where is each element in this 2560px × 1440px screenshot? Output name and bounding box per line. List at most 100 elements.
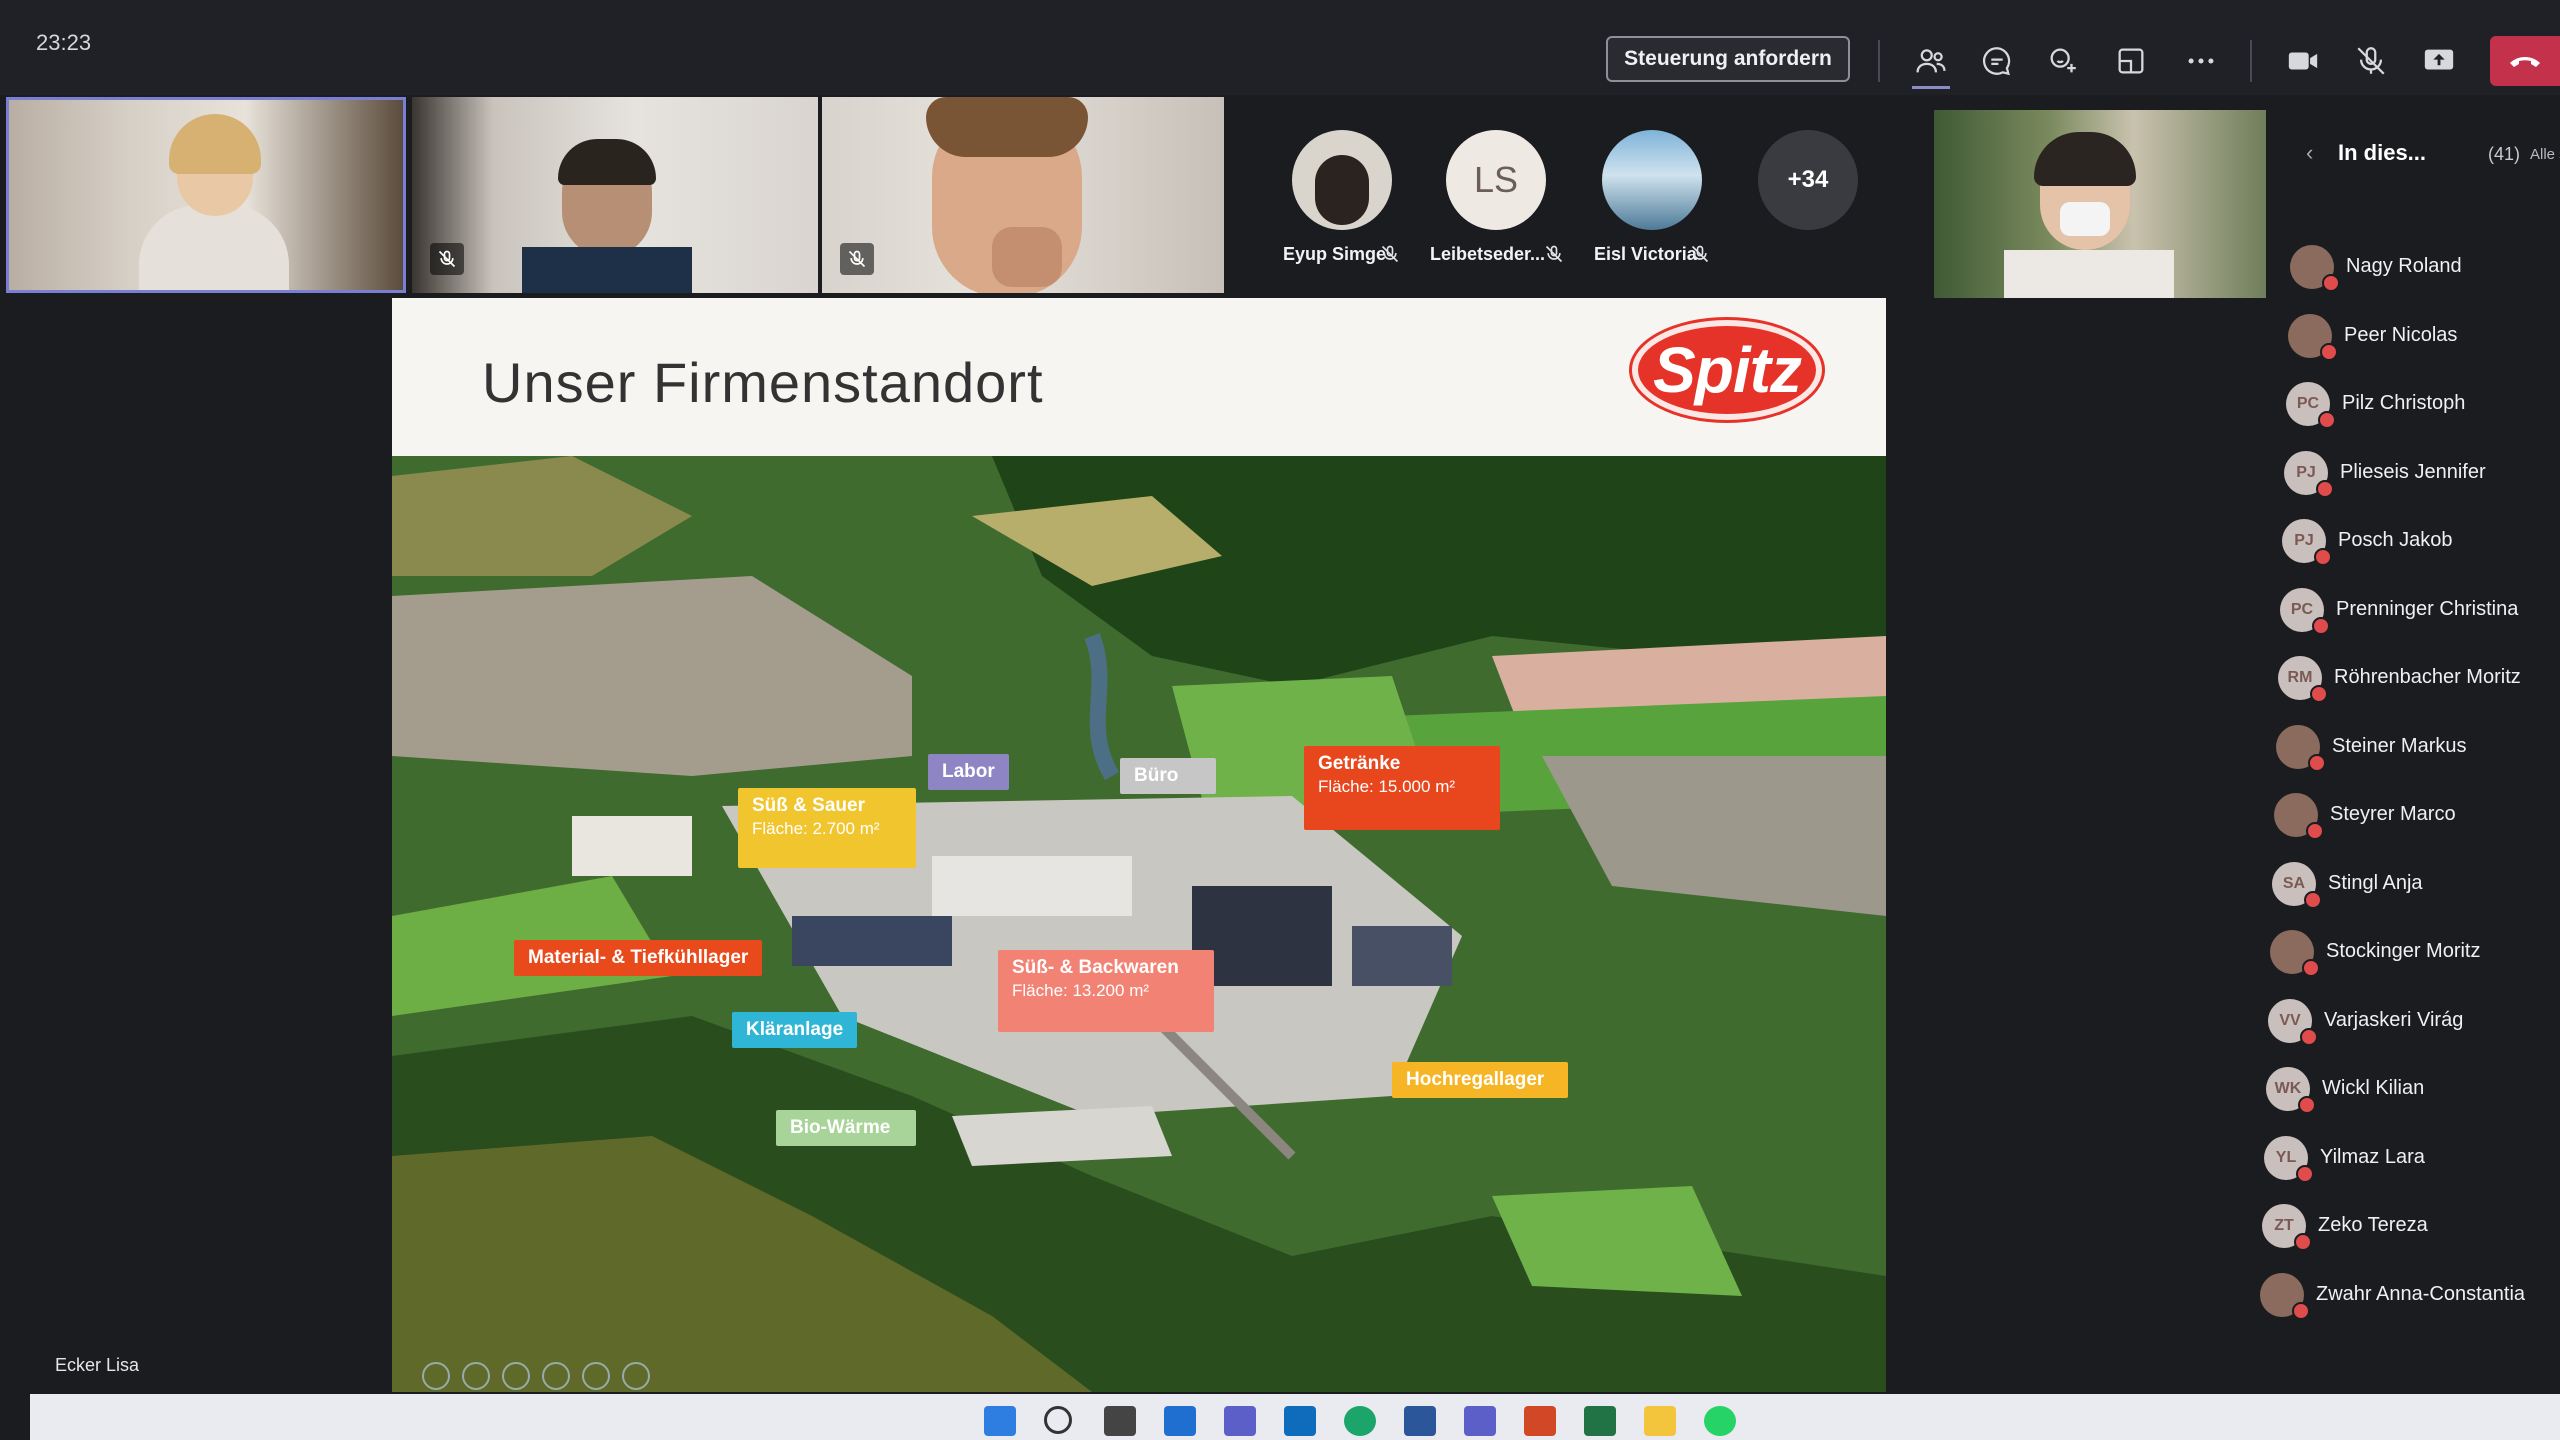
roster-item[interactable]: RM Röhrenbacher Moritz bbox=[2278, 649, 2548, 703]
label-area: Fläche: 2.700 m² bbox=[752, 818, 880, 838]
label-bio-waerme: Bio-Wärme bbox=[776, 1110, 916, 1146]
chat-icon[interactable] bbox=[1976, 40, 2018, 82]
roster-name: Yilmaz Lara bbox=[2320, 1145, 2425, 1168]
spitz-logo: Spitz bbox=[1632, 320, 1822, 420]
pen-icon[interactable] bbox=[502, 1362, 530, 1390]
participant-figure bbox=[2004, 250, 2174, 298]
more-participants-button[interactable]: +34 bbox=[1758, 130, 1858, 230]
avatar-leibetseder[interactable]: LS bbox=[1446, 130, 1546, 230]
label-klaeranlage: Kläranlage bbox=[732, 1012, 858, 1048]
windows-start-icon[interactable] bbox=[984, 1406, 1016, 1436]
label-area: Fläche: 13.200 m² bbox=[1012, 980, 1150, 1000]
toolbar-divider bbox=[2250, 40, 2252, 82]
toolbar-divider bbox=[1878, 40, 1880, 82]
avatar-name: Eyup Simge bbox=[1283, 244, 1387, 264]
roster-item[interactable]: PC Pilz Christoph bbox=[2286, 375, 2556, 429]
request-control-button[interactable]: Steuerung anfordern bbox=[1606, 36, 1850, 82]
roster-item[interactable]: VV Varjaskeri Virág bbox=[2268, 992, 2538, 1046]
roster-name: Stingl Anja bbox=[2328, 871, 2423, 894]
teams-chat-icon[interactable] bbox=[1224, 1406, 1256, 1436]
more-icon[interactable] bbox=[622, 1362, 650, 1390]
whatsapp-icon[interactable] bbox=[1704, 1406, 1736, 1436]
video-tile-participant-4[interactable] bbox=[1934, 110, 2266, 298]
participants-icon[interactable] bbox=[1910, 40, 1952, 82]
roster-item[interactable]: PJ Plieseis Jennifer bbox=[2284, 444, 2554, 498]
presence-status-icon bbox=[2312, 616, 2330, 635]
roster-item[interactable]: Steiner Markus bbox=[2276, 718, 2546, 772]
share-screen-icon[interactable] bbox=[2418, 40, 2460, 82]
label-suess-backwaren: Süß- & Backwaren Fläche: 13.200 m² bbox=[998, 950, 1214, 1032]
microphone-muted-icon bbox=[1380, 244, 1400, 266]
roster-item[interactable]: ZT Zeko Tereza bbox=[2262, 1197, 2532, 1251]
presence-status-icon bbox=[2314, 548, 2332, 566]
presence-status-icon bbox=[2294, 1233, 2312, 1251]
previous-slide-icon[interactable] bbox=[422, 1362, 450, 1390]
outlook-icon[interactable] bbox=[1284, 1406, 1316, 1436]
next-slide-icon[interactable] bbox=[462, 1362, 490, 1390]
more-options-icon[interactable] bbox=[2180, 40, 2222, 82]
presenter-name: Ecker Lisa bbox=[55, 1355, 140, 1375]
participants-active-indicator bbox=[1912, 86, 1950, 89]
roster-heading: In dies... bbox=[2338, 140, 2427, 165]
presence-status-icon bbox=[2320, 342, 2338, 361]
presence-status-icon bbox=[2310, 685, 2328, 703]
avatar-name: Leibetseder... bbox=[1430, 244, 1546, 264]
presence-status-icon bbox=[2308, 753, 2326, 772]
camera-icon[interactable] bbox=[2282, 40, 2324, 82]
roster-item[interactable]: Steyrer Marco bbox=[2274, 786, 2544, 840]
search-icon[interactable] bbox=[1044, 1406, 1072, 1434]
label-suess-sauer: Süß & Sauer Fläche: 2.700 m² bbox=[738, 788, 916, 868]
roster-item[interactable]: YL Yilmaz Lara bbox=[2264, 1129, 2534, 1183]
zoom-icon[interactable] bbox=[582, 1362, 610, 1390]
shared-presentation: Unser Firmenstandort Spitz Labor Büro Ge… bbox=[392, 298, 1886, 1392]
roster-name: Prenninger Christina bbox=[2336, 597, 2519, 620]
video-tile-participant-2[interactable] bbox=[412, 97, 818, 293]
participant-hair bbox=[926, 97, 1088, 157]
excel-icon[interactable] bbox=[1584, 1406, 1616, 1436]
rooms-icon[interactable] bbox=[2110, 40, 2152, 82]
roster-item[interactable]: Nagy Roland bbox=[2290, 238, 2560, 292]
word-icon[interactable] bbox=[1404, 1406, 1436, 1436]
roster-item[interactable]: Peer Nicolas bbox=[2288, 307, 2558, 361]
widgets-icon[interactable] bbox=[1164, 1406, 1196, 1436]
edge-icon[interactable] bbox=[1344, 1406, 1376, 1436]
roster-item[interactable]: PC Prenninger Christina bbox=[2280, 581, 2550, 635]
reactions-icon[interactable] bbox=[2042, 40, 2084, 82]
video-tile-participant-1[interactable] bbox=[6, 97, 406, 293]
collapse-panel-icon[interactable]: ‹ bbox=[2306, 140, 2313, 166]
presence-status-icon bbox=[2292, 1301, 2310, 1320]
roster-name: Posch Jakob bbox=[2338, 529, 2453, 551]
muted-badge bbox=[840, 243, 874, 275]
task-view-icon[interactable] bbox=[1104, 1406, 1136, 1436]
slide-title: Unser Firmenstandort bbox=[482, 351, 1044, 414]
roster-item[interactable]: Zwahr Anna-Constantia bbox=[2260, 1266, 2530, 1320]
grid-icon[interactable] bbox=[542, 1362, 570, 1390]
roster-name: Steyrer Marco bbox=[2330, 803, 2456, 825]
label-labor: Labor bbox=[928, 754, 1009, 790]
avatar-photo bbox=[1315, 155, 1369, 225]
roster-item[interactable]: WK Wickl Kilian bbox=[2266, 1060, 2536, 1114]
leave-meeting-button[interactable] bbox=[2490, 36, 2560, 86]
participant-figure bbox=[139, 205, 289, 290]
microphone-muted-icon[interactable] bbox=[2350, 40, 2392, 82]
powerpoint-icon[interactable] bbox=[1524, 1406, 1556, 1436]
roster-item[interactable]: PJ Posch Jakob bbox=[2282, 512, 2552, 566]
label-hochregallager: Hochregallager bbox=[1392, 1062, 1568, 1098]
roster-name: Varjaskeri Virág bbox=[2324, 1008, 2464, 1031]
video-tile-participant-3[interactable] bbox=[822, 97, 1224, 293]
mute-all-link[interactable]: Alle stumm bbox=[2530, 146, 2560, 163]
roster-item[interactable]: Stockinger Moritz bbox=[2270, 923, 2540, 977]
roster-name: Stockinger Moritz bbox=[2326, 940, 2481, 962]
meeting-timer: 23:23 bbox=[36, 30, 92, 55]
teams-icon[interactable] bbox=[1464, 1406, 1496, 1436]
microphone-muted-icon bbox=[1690, 244, 1710, 266]
avatar-eisl-victoria[interactable] bbox=[1602, 130, 1702, 230]
label-material-tiefkuehllager: Material- & Tiefkühllager bbox=[514, 940, 763, 976]
roster-name: Zwahr Anna-Constantia bbox=[2316, 1282, 2526, 1305]
roster-item[interactable]: SA Stingl Anja bbox=[2272, 855, 2542, 909]
roster-name: Zeko Tereza bbox=[2318, 1214, 2428, 1236]
avatar-eyup-simge[interactable] bbox=[1292, 130, 1392, 230]
meeting-top-bar bbox=[0, 0, 2560, 95]
roster-name: Pilz Christoph bbox=[2342, 392, 2466, 414]
file-explorer-icon[interactable] bbox=[1644, 1406, 1676, 1436]
